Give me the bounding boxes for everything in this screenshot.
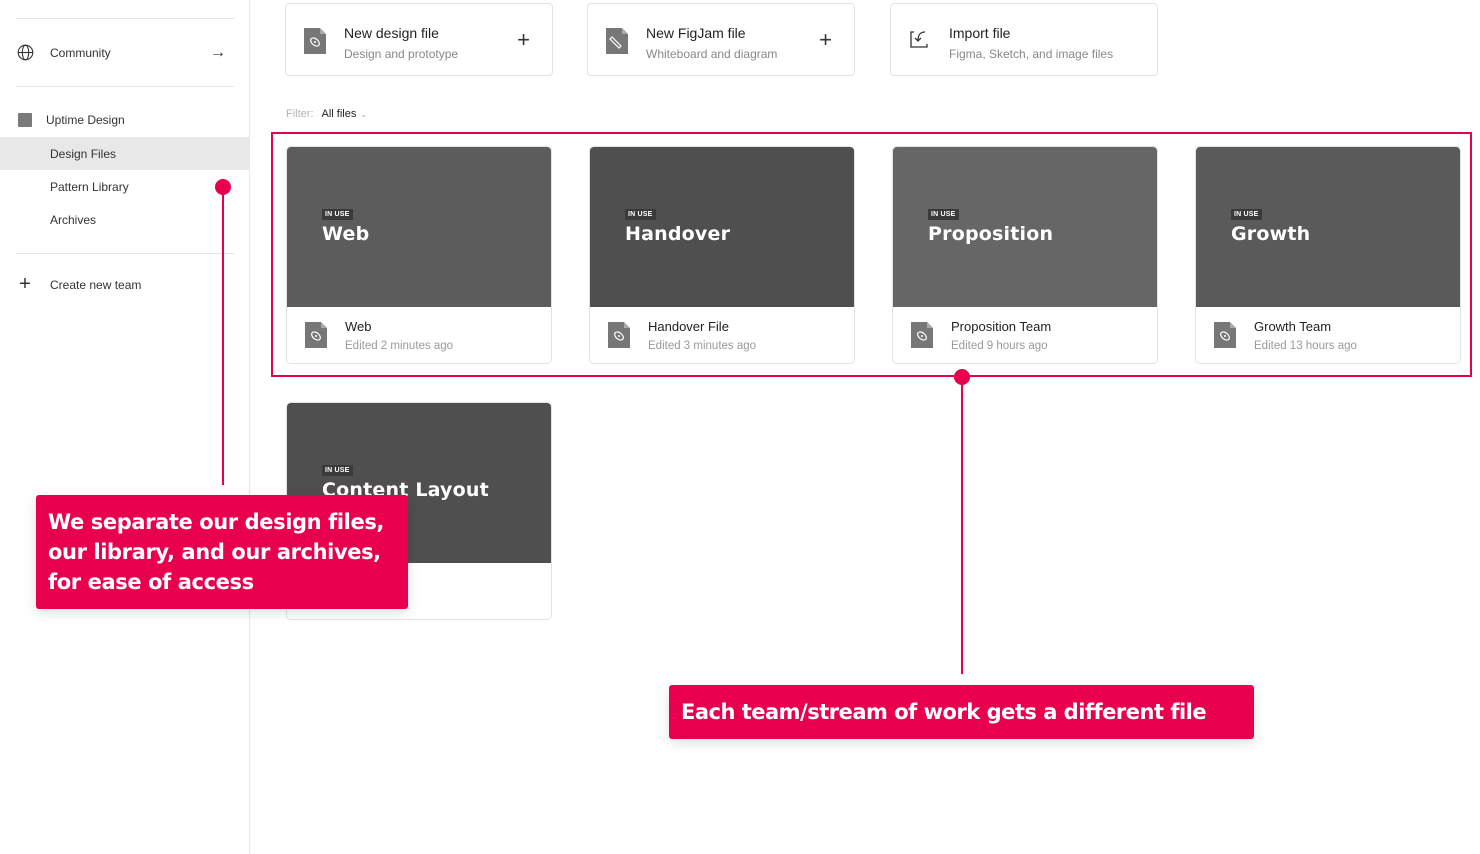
sidebar: Community → Uptime Design Design Files P… [0, 0, 250, 854]
import-icon [909, 28, 933, 54]
thumbnail-title: Proposition [928, 223, 1054, 245]
design-file-icon [304, 28, 328, 54]
sidebar-divider [16, 253, 234, 254]
sidebar-item-label: Archives [50, 212, 97, 227]
file-card-handover[interactable]: IN USE Handover Handover File Edited 3 m… [589, 146, 855, 364]
filter-label: Filter: [286, 108, 314, 120]
file-thumbnail: IN USE Web [287, 147, 551, 307]
sidebar-divider [16, 18, 234, 19]
file-card-growth[interactable]: IN USE Growth Growth Team Edited 13 hour… [1195, 146, 1461, 364]
design-file-icon [1214, 322, 1236, 348]
file-card-proposition[interactable]: IN USE Proposition Proposition Team Edit… [892, 146, 1158, 364]
file-edited-time: Edited 2 minutes ago [345, 340, 454, 352]
design-file-icon [911, 322, 933, 348]
in-use-badge: IN USE [322, 209, 353, 220]
file-name: Web [345, 319, 372, 334]
import-file-button[interactable]: Import file Figma, Sketch, and image fil… [890, 3, 1158, 76]
sidebar-team-uptime-design[interactable]: Uptime Design [0, 103, 250, 136]
sidebar-divider [16, 86, 234, 87]
plus-icon: + [19, 273, 31, 295]
file-edited-time: Edited 9 hours ago [951, 340, 1048, 352]
thumbnail-title: Growth [1231, 223, 1311, 245]
file-edited-time: Edited 3 minutes ago [648, 340, 757, 352]
create-team-label: Create new team [50, 277, 142, 292]
thumbnail-title: Handover [625, 223, 731, 245]
sidebar-item-archives[interactable]: Archives [0, 203, 250, 236]
new-figjam-file-button[interactable]: New FigJam file Whiteboard and diagram + [587, 3, 855, 76]
design-file-icon [305, 322, 327, 348]
action-subtitle: Whiteboard and diagram [646, 47, 778, 61]
sidebar-item-label: Community [50, 45, 111, 60]
file-thumbnail: IN USE Proposition [893, 147, 1157, 307]
sidebar-item-design-files[interactable]: Design Files [0, 137, 250, 170]
sidebar-item-pattern-library[interactable]: Pattern Library [0, 170, 250, 203]
action-title: Import file [949, 25, 1011, 41]
action-subtitle: Figma, Sketch, and image files [949, 47, 1114, 61]
sidebar-item-label: Design Files [50, 146, 117, 161]
team-swatch-icon [16, 111, 34, 129]
create-new-team-button[interactable]: + Create new team [0, 268, 250, 301]
action-title: New design file [344, 25, 439, 41]
annotation-callout-files: Each team/stream of work gets a differen… [669, 685, 1254, 739]
in-use-badge: IN USE [625, 209, 656, 220]
team-name: Uptime Design [46, 112, 125, 127]
plus-icon: + [819, 27, 832, 52]
annotation-connector [961, 377, 963, 674]
file-thumbnail: IN USE Growth [1196, 147, 1460, 307]
action-title: New FigJam file [646, 25, 746, 41]
in-use-badge: IN USE [928, 209, 959, 220]
figjam-file-icon [606, 28, 630, 54]
file-name: Proposition Team [951, 319, 1052, 334]
thumbnail-title: Web [322, 223, 370, 245]
action-subtitle: Design and prototype [344, 47, 459, 61]
sidebar-item-community[interactable]: Community → [0, 36, 250, 69]
globe-icon [16, 44, 34, 62]
filter-dropdown[interactable]: All files [322, 108, 357, 120]
file-name: Growth Team [1254, 319, 1332, 334]
file-card-web[interactable]: IN USE Web Web Edited 2 minutes ago [286, 146, 552, 364]
design-file-icon [608, 322, 630, 348]
in-use-badge: IN USE [322, 465, 353, 476]
sidebar-item-label: Pattern Library [50, 179, 129, 194]
annotation-connector [222, 187, 224, 485]
filter: Filter: All files ⌄ [286, 108, 367, 120]
file-thumbnail: IN USE Handover [590, 147, 854, 307]
plus-icon: + [517, 27, 530, 52]
chevron-down-icon[interactable]: ⌄ [360, 110, 367, 119]
file-name: Handover File [648, 319, 729, 334]
arrow-right-icon: → [210, 43, 226, 61]
annotation-callout-sidebar: We separate our design files, our librar… [36, 495, 408, 609]
in-use-badge: IN USE [1231, 209, 1262, 220]
new-design-file-button[interactable]: New design file Design and prototype + [285, 3, 553, 76]
file-edited-time: Edited 13 hours ago [1254, 340, 1357, 352]
